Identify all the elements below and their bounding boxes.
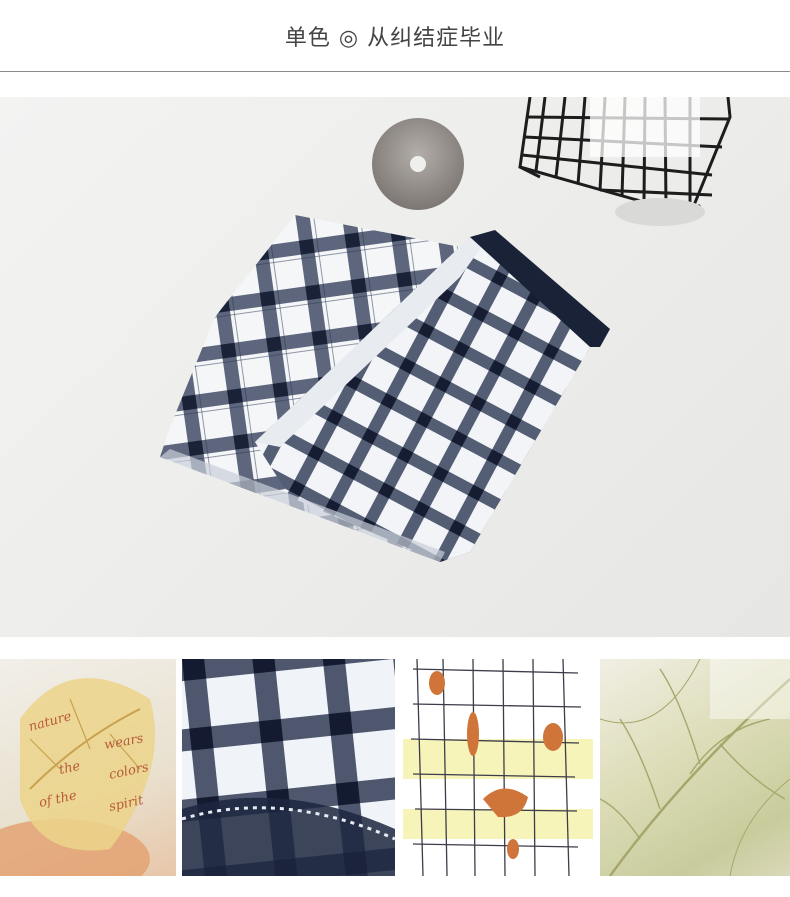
leaf-with-handwriting-image-icon: nature wears the colors of the spirit [0, 678, 155, 876]
page-title: 单色 ◎ 从纠结症毕业 [284, 25, 506, 51]
page-header: 单色 ◎ 从纠结症毕业 [0, 0, 790, 72]
plaid-fabric-closeup-image-icon [182, 659, 395, 876]
leaf-vein-skeleton-image-icon [600, 659, 790, 876]
grid-sketch-illustration-image-icon [403, 659, 593, 876]
plaid-fabric-photo-icon [160, 97, 732, 562]
thumbnail-leaf-handwriting: nature wears the colors of the spirit [0, 659, 176, 876]
thumbnail-leaf-veins [600, 659, 790, 876]
hero-product-image [0, 97, 790, 637]
thumbnail-plaid-closeup [182, 659, 395, 876]
thumbnail-strip: nature wears the colors of the spirit [0, 659, 790, 876]
thumbnail-grid-sketch [403, 659, 593, 876]
